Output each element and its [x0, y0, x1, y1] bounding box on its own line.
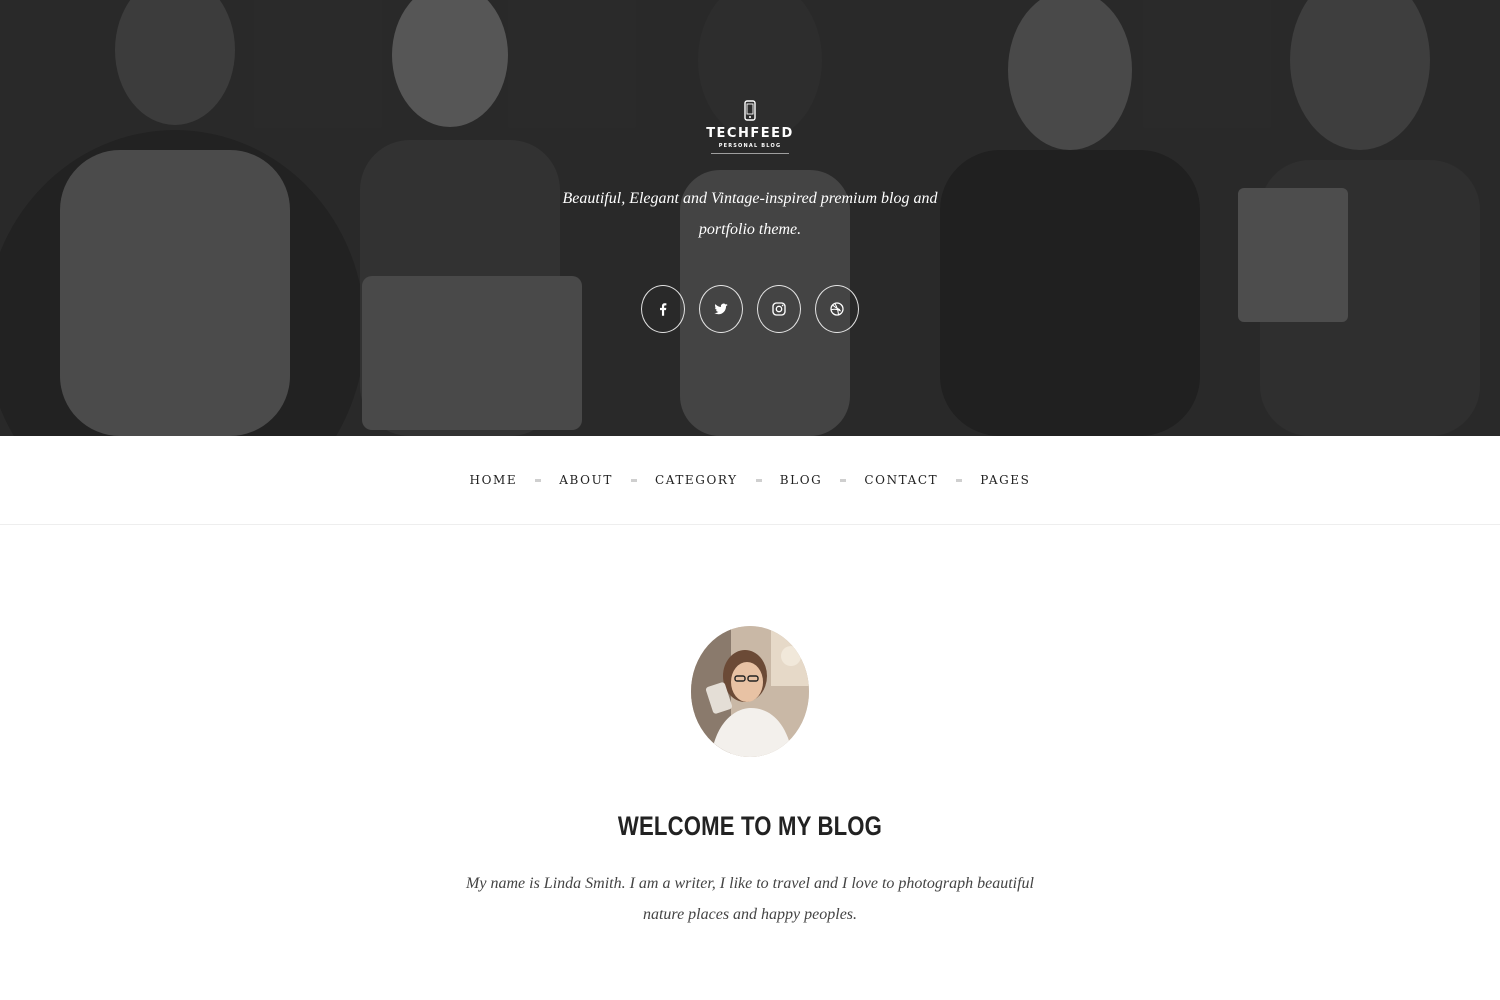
- nav-list: HOME ABOUT CATEGORY BLOG CONTACT PAGES: [470, 473, 1031, 487]
- nav-separator: [535, 478, 542, 482]
- nav-item-about[interactable]: ABOUT: [559, 473, 613, 487]
- logo-divider: [711, 153, 789, 154]
- nav-item-category[interactable]: CATEGORY: [655, 473, 738, 487]
- nav-separator: [630, 478, 637, 482]
- welcome-heading: WELCOME TO MY BLOG: [617, 811, 883, 842]
- facebook-icon: [660, 303, 667, 316]
- facebook-button[interactable]: [641, 285, 685, 333]
- nav-item-blog[interactable]: BLOG: [780, 473, 823, 487]
- logo-subtitle: PERSONAL BLOG: [718, 143, 782, 149]
- nav-item-contact[interactable]: CONTACT: [864, 473, 938, 487]
- nav-item-home[interactable]: HOME: [470, 473, 518, 487]
- twitter-icon: [714, 303, 728, 315]
- site-logo[interactable]: TECHFEED PERSONAL BLOG: [700, 100, 800, 162]
- avatar: [691, 626, 809, 757]
- nav-separator: [755, 478, 762, 482]
- instagram-icon: [772, 302, 786, 316]
- main-navigation: HOME ABOUT CATEGORY BLOG CONTACT PAGES: [0, 436, 1500, 525]
- hero-banner: TECHFEED PERSONAL BLOG Beautiful, Elegan…: [0, 0, 1500, 436]
- dribbble-icon: [830, 302, 844, 316]
- nav-separator: [956, 478, 963, 482]
- nav-item-pages[interactable]: PAGES: [980, 473, 1030, 487]
- logo-title: TECHFEED: [706, 126, 794, 141]
- avatar-photo: [691, 626, 809, 757]
- phone-icon: [744, 100, 756, 121]
- bio-text: My name is Linda Smith. I am a writer, I…: [466, 875, 1034, 923]
- social-links: [641, 285, 861, 333]
- twitter-button[interactable]: [699, 285, 743, 333]
- nav-separator: [840, 478, 847, 482]
- instagram-button[interactable]: [757, 285, 801, 333]
- profile-section: WELCOME TO MY BLOG My name is Linda Smit…: [0, 525, 1500, 1000]
- hero-tagline: Beautiful, Elegant and Vintage-inspired …: [562, 190, 938, 238]
- dribbble-button[interactable]: [815, 285, 859, 333]
